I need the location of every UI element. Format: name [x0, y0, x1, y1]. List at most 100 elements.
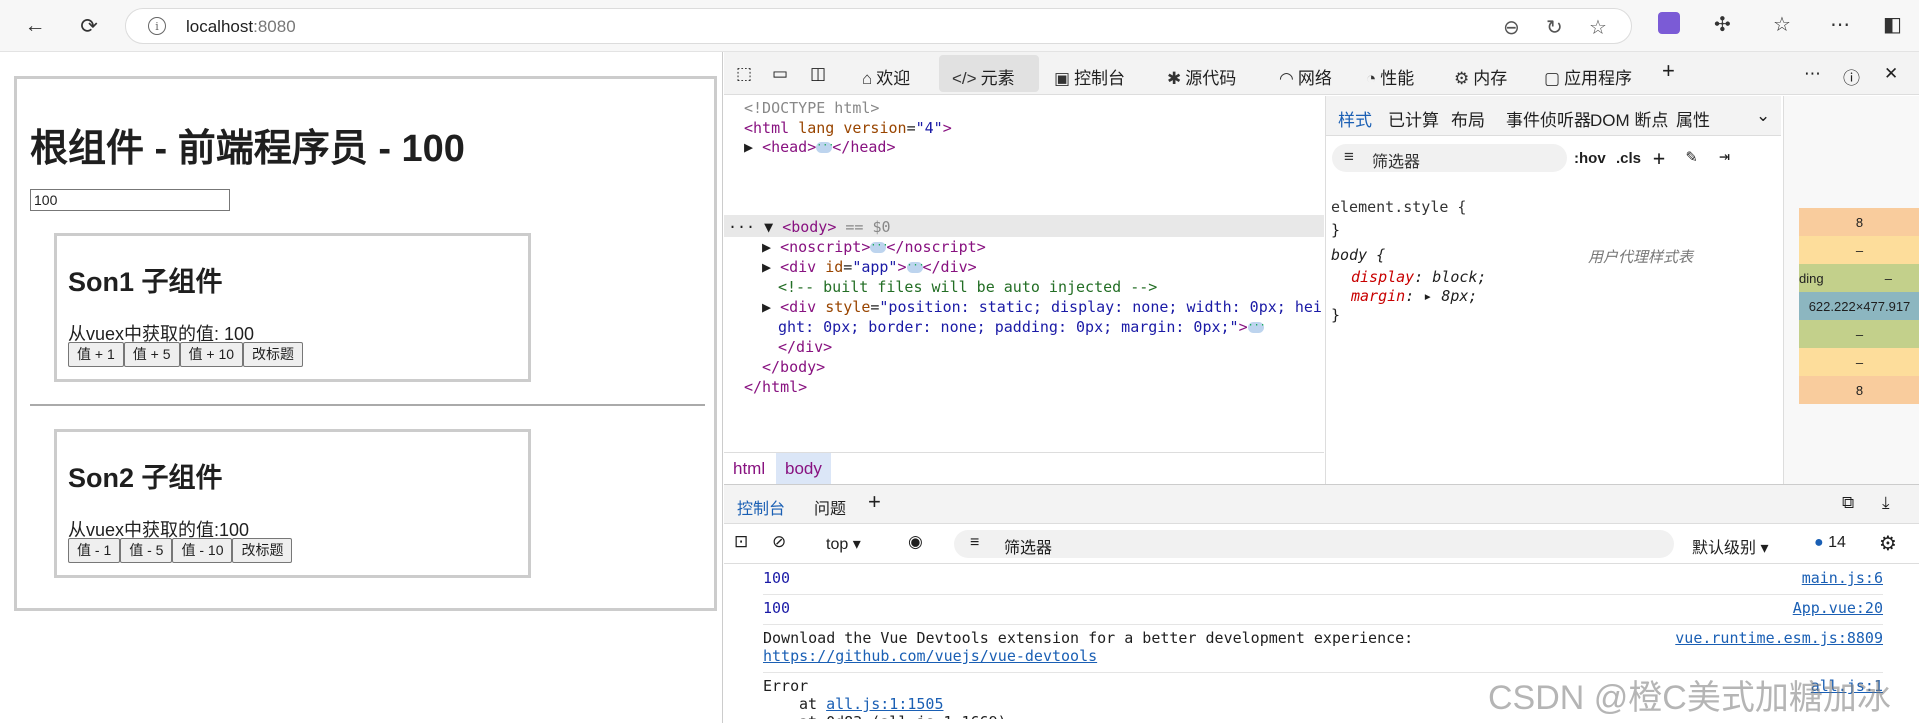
tab-welcome[interactable]: ⌂ 欢迎 — [862, 64, 910, 89]
element-style-close: } — [1331, 221, 1341, 239]
error-stack-link[interactable]: all.js:1:1505 — [826, 695, 943, 713]
address-bar[interactable]: i localhost:8080 ⊖ ↻ ☆ — [125, 8, 1632, 44]
breadcrumb-html[interactable]: html — [733, 459, 765, 479]
console-source-link[interactable]: App.vue:20 — [1793, 599, 1883, 617]
wifi-icon: ◠ — [1279, 69, 1294, 88]
son1-add-5-button[interactable]: 值 + 5 — [123, 342, 180, 367]
more-tools-icon[interactable]: ⋯ — [1804, 64, 1821, 84]
div-style-line[interactable]: ▶ <div style="position: static; display:… — [762, 297, 1322, 317]
close-devtools-icon[interactable]: ✕ — [1884, 64, 1898, 84]
paint-icon[interactable]: ✎ — [1686, 146, 1697, 167]
drawer-tab-console[interactable]: 控制台 — [737, 495, 785, 519]
context-select[interactable]: top ▾ — [826, 534, 861, 554]
inspect-icon[interactable]: ⬚ — [736, 64, 752, 84]
issues-counter[interactable]: ● 14 — [1814, 534, 1846, 552]
body-close-line: </body> — [762, 358, 826, 376]
collections-icon[interactable]: ☆ — [1773, 12, 1791, 37]
divider — [30, 404, 705, 406]
new-rule-icon[interactable]: + — [1653, 146, 1665, 170]
tab-layout[interactable]: 布局 — [1451, 106, 1485, 131]
console-source-link[interactable]: vue.runtime.esm.js:8809 — [1675, 629, 1883, 647]
hov-button[interactable]: :hov — [1574, 150, 1606, 167]
device-toolbar-icon[interactable]: ▭ — [772, 64, 788, 84]
chevron-down-icon[interactable]: ⌄ — [1756, 106, 1770, 126]
translate-icon[interactable]: ↻ — [1546, 15, 1563, 40]
styles-tabbar: 样式 已计算 布局 事件侦听器 DOM 断点 属性 ⌄ — [1326, 96, 1781, 136]
son2-title: Son2 子组件 — [68, 463, 223, 493]
son1-component: Son1 子组件 从vuex中获取的值: 100 值 + 1 值 + 5 值 +… — [54, 233, 531, 382]
console-source-link[interactable]: main.js:6 — [1802, 569, 1883, 587]
margin-property[interactable]: margin: ▸ 8px; — [1351, 287, 1477, 305]
display-property[interactable]: display: block; — [1351, 268, 1486, 286]
element-style-rule: element.style { — [1331, 198, 1467, 216]
filter-icon: ≡ — [1344, 147, 1354, 166]
noscript-line[interactable]: ▶ <noscript>···</noscript> — [762, 237, 986, 257]
zoom-icon[interactable]: ⊖ — [1503, 15, 1520, 40]
clear-console-icon[interactable]: ⊘ — [772, 532, 786, 552]
dock-icon[interactable]: ◫ — [810, 64, 826, 84]
elements-tree: <!DOCTYPE html> <html lang version="4"> … — [724, 96, 1324, 456]
drawer-add-icon[interactable]: + — [868, 489, 881, 515]
console-filter-icon: ≡ — [970, 534, 980, 551]
tab-event-listeners[interactable]: 事件侦听器 — [1506, 106, 1591, 131]
help-icon[interactable]: ⓘ — [1843, 64, 1860, 89]
styles-filter-input[interactable]: 筛选器 — [1332, 144, 1567, 172]
div-close-line: </div> — [778, 338, 833, 356]
tab-properties[interactable]: 属性 — [1676, 106, 1710, 131]
drawer-tab-issues[interactable]: 问题 — [814, 495, 846, 519]
tab-network[interactable]: ◠ 网络 — [1279, 64, 1332, 89]
close-drawer-icon[interactable]: ⤓ — [1882, 493, 1890, 513]
back-button[interactable]: ← — [20, 11, 50, 41]
son1-change-title-button[interactable]: 改标题 — [243, 342, 304, 367]
son1-add-10-button[interactable]: 值 + 10 — [179, 342, 244, 367]
user-agent-label: 用户代理样式表 — [1588, 249, 1694, 266]
url-text: localhost:8080 — [186, 17, 296, 36]
live-expression-icon[interactable]: ◉ — [908, 532, 923, 552]
son2-change-title-button[interactable]: 改标题 — [232, 538, 293, 563]
head-line[interactable]: ▶ <head>···</head> — [744, 137, 895, 157]
extensions-puzzle-icon[interactable]: ✣ — [1714, 12, 1731, 37]
undock-drawer-icon[interactable]: ⧉ — [1842, 493, 1854, 513]
code-icon: </> — [952, 69, 977, 88]
log-level-select[interactable]: 默认级别 ▾ — [1692, 534, 1769, 558]
vue-devtools-link[interactable]: https://github.com/vuejs/vue-devtools — [763, 647, 1883, 665]
tab-console[interactable]: ▣ 控制台 — [1054, 64, 1125, 89]
devtools-tabbar: ⬚ ▭ ◫ ⌂ 欢迎 </> 元素 ▣ 控制台 ✱ 源代码 ◠ 网络 ◔ 性能 ⚙ 内存 ▢ 应… — [724, 52, 1919, 95]
son2-sub-10-button[interactable]: 值 - 10 — [172, 538, 233, 563]
tab-sources[interactable]: ✱ 源代码 — [1167, 64, 1236, 89]
csdn-watermark: CSDN @橙C美式加糖加冰 — [1488, 679, 1891, 717]
div-app-line[interactable]: ▶ <div id="app">···</div> — [762, 257, 977, 277]
tab-performance[interactable]: ◔ 性能 — [1366, 64, 1414, 89]
console-filter-input[interactable]: 筛选器 — [954, 530, 1674, 558]
box-model: 8 – ding– 622.222×477.917 – – 8 display — [1783, 96, 1919, 501]
tab-styles[interactable]: 样式 — [1338, 106, 1372, 131]
site-info-icon[interactable]: i — [148, 17, 166, 35]
sidebar-toggle-icon[interactable]: ◧ — [1883, 12, 1902, 37]
son2-sub-1-button[interactable]: 值 - 1 — [68, 538, 121, 563]
box-margin-bottom: 8 — [1799, 376, 1919, 404]
tab-application[interactable]: ▢ 应用程序 — [1544, 64, 1632, 89]
tab-memory[interactable]: ⚙ 内存 — [1454, 64, 1507, 89]
add-tab-icon[interactable]: + — [1662, 58, 1675, 84]
console-sidebar-icon[interactable]: ⊡ — [734, 532, 748, 552]
favorite-star-icon[interactable]: ☆ — [1589, 15, 1607, 40]
html-open-line[interactable]: <html lang version="4"> — [744, 118, 952, 138]
settings-gear-icon[interactable]: ⚙ — [1879, 531, 1897, 556]
console-message: 100 main.js:6 — [763, 565, 1883, 595]
more-menu-icon[interactable]: ⋯ — [1830, 12, 1850, 37]
tab-dom-breakpoints[interactable]: DOM 断点 — [1590, 106, 1668, 131]
reload-button[interactable]: ⟳ — [74, 11, 104, 41]
breadcrumb-body[interactable]: body — [776, 453, 831, 484]
extension-icon[interactable] — [1658, 12, 1680, 34]
root-input[interactable]: 100 — [30, 189, 230, 211]
son1-add-1-button[interactable]: 值 + 1 — [68, 342, 124, 367]
body-line[interactable]: ··· ▼ <body> == $0 — [728, 217, 891, 237]
console-toolbar: ⊡ ⊘ top ▾ ◉ 筛选器 ≡ 默认级别 ▾ ● 14 ⚙ — [724, 524, 1919, 564]
son2-sub-5-button[interactable]: 值 - 5 — [120, 538, 173, 563]
tab-computed[interactable]: 已计算 — [1388, 106, 1439, 131]
toggle-sidebar-icon[interactable]: ⇥ — [1719, 146, 1730, 167]
issue-icon: ● — [1814, 534, 1824, 551]
root-title: 根组件 - 前端程序员 - 100 — [30, 128, 465, 170]
cls-button[interactable]: .cls — [1616, 150, 1641, 167]
tab-elements[interactable]: </> 元素 — [952, 64, 1015, 89]
